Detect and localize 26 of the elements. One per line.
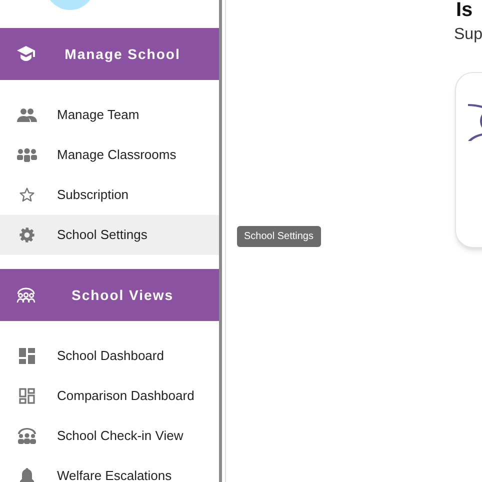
settings-icon <box>19 227 35 243</box>
section-header[interactable]: School Views <box>0 269 219 321</box>
section-title: School Views <box>70 286 174 304</box>
star-icon <box>19 187 35 203</box>
tooltip: School Settings <box>237 226 320 247</box>
group-icon <box>16 286 36 304</box>
graduation-cap-icon <box>17 46 35 62</box>
group-icon <box>17 108 37 122</box>
menu-label: Manage Classrooms <box>57 146 176 164</box>
page-title: Is <box>456 0 473 20</box>
menu-label: Welfare Escalations <box>57 467 172 482</box>
menu-label: School Settings <box>57 226 148 244</box>
section-title: Manage School <box>64 44 182 64</box>
group-icon <box>17 148 37 162</box>
menu-label: Subscription <box>57 186 129 204</box>
group-icon <box>17 428 37 444</box>
bell-icon <box>20 468 34 482</box>
dashboard-icon <box>19 348 35 364</box>
menu-label: Comparison Dashboard <box>57 387 194 406</box>
menu-item[interactable]: School Settings <box>0 215 219 255</box>
section-header[interactable]: Manage School <box>0 28 219 80</box>
page-subtitle: Sup <box>454 25 482 45</box>
grid-icon <box>19 388 35 404</box>
menu-label: Manage Team <box>57 106 140 124</box>
menu-label: School Check-in View <box>57 427 184 446</box>
menu-label: School Dashboard <box>57 347 164 366</box>
